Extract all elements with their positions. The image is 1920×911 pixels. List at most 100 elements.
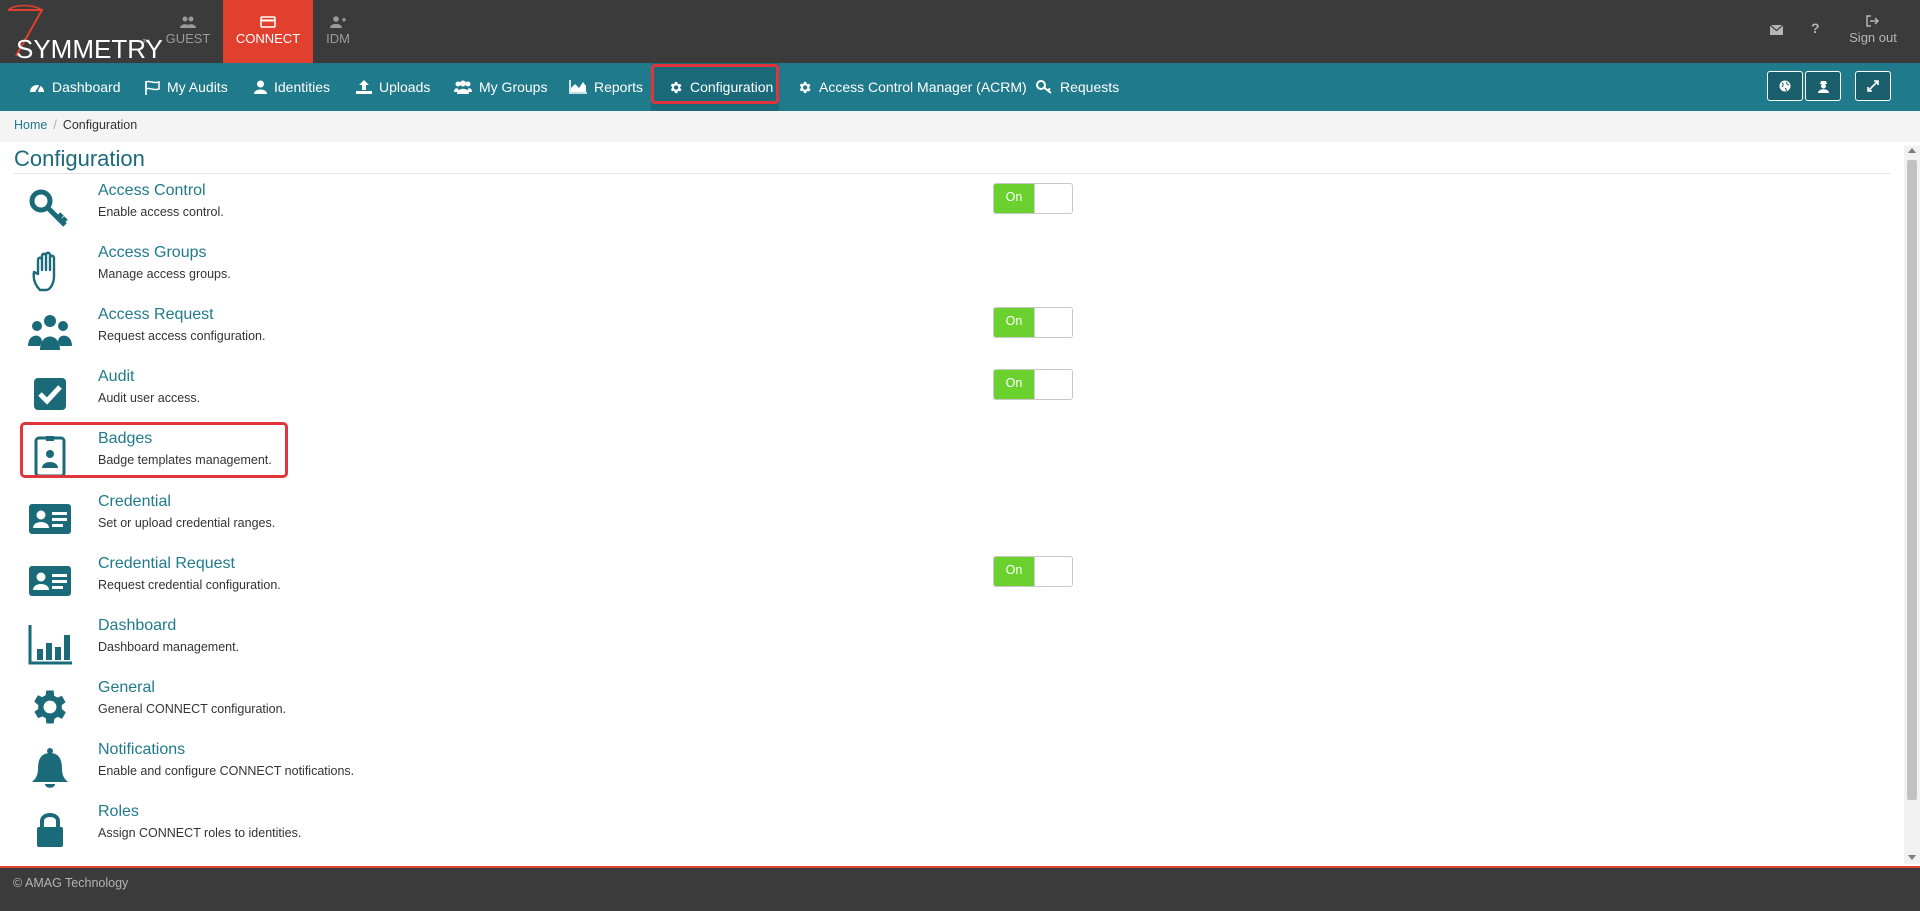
title-divider (14, 173, 1890, 174)
config-item-name[interactable]: Dashboard (98, 617, 176, 635)
scroll-thumb[interactable] (1907, 160, 1917, 800)
config-item-credential[interactable]: Credential Set or upload credential rang… (14, 493, 1114, 555)
toggle-knob (1034, 370, 1072, 399)
badge-icon (34, 436, 66, 478)
config-item-desc: Enable access control. (98, 205, 224, 219)
area-chart-icon (569, 80, 587, 94)
scroll-down-icon[interactable] (1908, 855, 1916, 860)
upload-icon (356, 80, 372, 94)
flag-icon (145, 80, 160, 95)
help-icon[interactable]: ? (1811, 20, 1820, 36)
config-item-desc: Badge templates management. (98, 453, 272, 467)
config-item-name[interactable]: General (98, 679, 155, 697)
key-icon (29, 189, 68, 227)
symmetry-logo[interactable]: SYMMETRY ™ (6, 4, 163, 64)
config-item-audit[interactable]: Audit Audit user access. (14, 368, 1114, 430)
app-tab-label: GUEST (165, 31, 211, 46)
gear-icon (670, 81, 682, 93)
nav-label: Requests (1060, 79, 1120, 95)
globe-button[interactable] (1767, 71, 1803, 101)
audit-toggle[interactable]: On (993, 369, 1073, 400)
gear-icon (34, 690, 66, 724)
config-item-desc: Request access configuration. (98, 329, 266, 343)
toggle-knob (1034, 308, 1072, 337)
config-item-name[interactable]: Badges (98, 430, 152, 448)
tachometer-icon (30, 84, 44, 93)
config-item-name[interactable]: Audit (98, 368, 134, 386)
config-item-desc: General CONNECT configuration. (98, 702, 287, 716)
config-item-name[interactable]: Access Groups (98, 244, 206, 262)
envelope-icon[interactable] (1769, 22, 1784, 38)
card-icon (260, 16, 276, 28)
access-control-toggle[interactable]: On (993, 183, 1073, 214)
config-item-roles[interactable]: Roles Assign CONNECT roles to identities… (14, 803, 1114, 863)
config-item-name[interactable]: Credential Request (98, 555, 235, 573)
breadcrumb-home[interactable]: Home (14, 118, 47, 132)
scroll-up-icon[interactable] (1908, 148, 1916, 153)
id-card-icon (29, 504, 71, 534)
config-item-desc: Assign CONNECT roles to identities. (98, 826, 302, 840)
nav-label: Identities (274, 79, 331, 95)
toggle-on-label: On (994, 370, 1034, 399)
config-item-name[interactable]: Access Request (98, 306, 214, 324)
user-icon (254, 80, 267, 94)
nav-requests[interactable]: Requests (1036, 63, 1119, 111)
nav-reports[interactable]: Reports (569, 63, 643, 111)
app-tab-guest[interactable]: GUEST (143, 0, 233, 63)
users-icon (180, 16, 196, 28)
nav-label: Uploads (379, 79, 431, 95)
config-item-access-groups[interactable]: Access Groups Manage access groups. (14, 244, 1114, 306)
toggle-knob (1034, 557, 1072, 586)
expand-icon (1867, 80, 1879, 92)
breadcrumb: Home / Configuration (0, 111, 1920, 142)
toggle-knob (1034, 184, 1072, 213)
config-item-badges[interactable]: Badges Badge templates management. (14, 430, 1114, 492)
fullscreen-button[interactable] (1855, 71, 1891, 101)
users-icon (28, 315, 72, 350)
config-item-name[interactable]: Roles (98, 803, 139, 821)
nav-uploads[interactable]: Uploads (356, 63, 430, 111)
nav-label: My Groups (479, 79, 548, 95)
toggle-on-label: On (994, 308, 1034, 337)
config-item-credential-request[interactable]: Credential Request Request credential co… (14, 555, 1114, 617)
user-secret-icon (1817, 80, 1829, 93)
config-item-desc: Manage access groups. (98, 267, 231, 281)
key-icon (1036, 80, 1052, 94)
nav-my-audits[interactable]: My Audits (144, 63, 228, 111)
config-item-general[interactable]: General General CONNECT configuration. (14, 679, 1114, 741)
credential-request-toggle[interactable]: On (993, 556, 1073, 587)
config-item-notifications[interactable]: Notifications Enable and configure CONNE… (14, 741, 1114, 803)
config-item-desc: Enable and configure CONNECT notificatio… (98, 764, 355, 778)
nav-label: Configuration (690, 79, 774, 95)
main-nav: Dashboard My Audits Identities Uploads M… (0, 63, 1920, 111)
nav-dashboard[interactable]: Dashboard (29, 63, 121, 111)
config-item-access-control[interactable]: Access Control Enable access control. (14, 182, 1114, 244)
vertical-scrollbar[interactable] (1904, 146, 1920, 864)
toggle-on-label: On (994, 557, 1034, 586)
config-item-name[interactable]: Notifications (98, 741, 185, 759)
nav-identities[interactable]: Identities (254, 63, 330, 111)
nav-my-groups[interactable]: My Groups (454, 63, 547, 111)
gear-icon (799, 81, 811, 93)
sign-out-icon (1866, 15, 1880, 27)
id-card-icon (29, 566, 71, 596)
nav-label: Reports (594, 79, 644, 95)
group-icon (454, 80, 472, 94)
globe-icon (1779, 80, 1791, 92)
logo-text: SYMMETRY (16, 34, 163, 64)
access-request-toggle[interactable]: On (993, 307, 1073, 338)
nav-acrm[interactable]: Access Control Manager (ACRM) (797, 63, 1027, 111)
nav-label: My Audits (167, 79, 228, 95)
footer-text: © AMAG Technology (13, 876, 129, 890)
nav-label: Dashboard (52, 79, 121, 95)
config-item-name[interactable]: Credential (98, 493, 171, 511)
lock-icon (37, 813, 63, 847)
app-tab-idm[interactable]: IDM (293, 0, 383, 63)
bell-icon (32, 748, 68, 788)
config-item-dashboard[interactable]: Dashboard Dashboard management. (14, 617, 1114, 679)
sign-out-button[interactable]: Sign out (1845, 14, 1901, 45)
config-item-name[interactable]: Access Control (98, 182, 206, 200)
nav-configuration[interactable]: Configuration (651, 63, 779, 111)
config-item-access-request[interactable]: Access Request Request access configurat… (14, 306, 1114, 368)
user-secret-button[interactable] (1805, 71, 1841, 101)
